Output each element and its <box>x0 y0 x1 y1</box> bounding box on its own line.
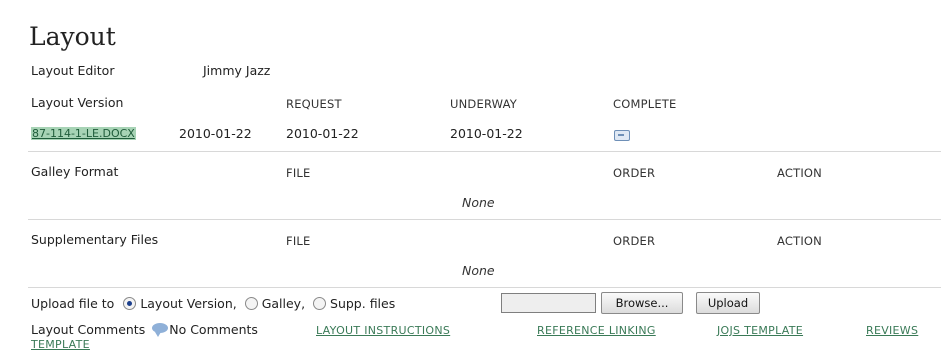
reviews-template-link[interactable]: REVIEWS <box>866 324 918 337</box>
radio-supp-files-label[interactable]: Supp. files <box>330 296 395 311</box>
layout-comments-label: Layout Comments <box>31 322 146 337</box>
comments-status[interactable]: No Comments <box>169 322 258 337</box>
upload-label: Upload file to <box>31 296 115 311</box>
layout-file-date: 2010-01-22 <box>179 126 252 141</box>
layout-editor-label: Layout Editor <box>31 63 115 78</box>
file-path-input[interactable] <box>501 293 596 313</box>
divider <box>28 151 941 152</box>
reference-linking-link[interactable]: REFERENCE LINKING <box>537 324 656 337</box>
layout-instructions-link[interactable]: LAYOUT INSTRUCTIONS <box>316 324 450 337</box>
supp-files-label: Supplementary Files <box>31 232 159 247</box>
radio-layout-version-label[interactable]: Layout Version, <box>140 296 236 311</box>
email-icon[interactable] <box>614 130 630 141</box>
galley-file-header: FILE <box>286 166 311 180</box>
divider <box>28 287 941 288</box>
reviews-template-link-continued[interactable]: TEMPLATE <box>31 338 90 351</box>
request-date: 2010-01-22 <box>286 126 359 141</box>
section-title: Layout <box>29 22 116 51</box>
supp-file-header: FILE <box>286 234 311 248</box>
layout-file-link[interactable]: 87-114-1-LE.DOCX <box>31 127 136 140</box>
upload-button[interactable]: Upload <box>696 292 760 314</box>
divider <box>28 219 941 220</box>
col-underway-header: UNDERWAY <box>450 97 518 111</box>
browse-button[interactable]: Browse... <box>601 292 683 314</box>
radio-galley[interactable] <box>244 297 258 310</box>
galley-format-label: Galley Format <box>31 164 119 179</box>
galley-empty-text: None <box>462 195 495 210</box>
layout-editor-name: Jimmy Jazz <box>203 63 271 78</box>
col-request-header: REQUEST <box>286 97 342 111</box>
supp-order-header: ORDER <box>613 234 656 248</box>
layout-comments-row: Layout Comments No Comments <box>31 322 258 337</box>
col-complete-header: COMPLETE <box>613 97 677 111</box>
underway-date: 2010-01-22 <box>450 126 523 141</box>
supp-action-header: ACTION <box>777 234 822 248</box>
layout-version-label: Layout Version <box>31 95 124 110</box>
galley-order-header: ORDER <box>613 166 656 180</box>
radio-layout-version[interactable] <box>123 297 137 310</box>
upload-row: Upload file to Layout Version, Galley, S… <box>31 296 395 311</box>
galley-action-header: ACTION <box>777 166 822 180</box>
supp-empty-text: None <box>462 263 495 278</box>
comment-bubble-icon[interactable] <box>152 323 169 337</box>
radio-supp-files[interactable] <box>313 297 327 310</box>
radio-galley-label[interactable]: Galley, <box>262 296 305 311</box>
jojs-template-link[interactable]: JOJS TEMPLATE <box>717 324 803 337</box>
